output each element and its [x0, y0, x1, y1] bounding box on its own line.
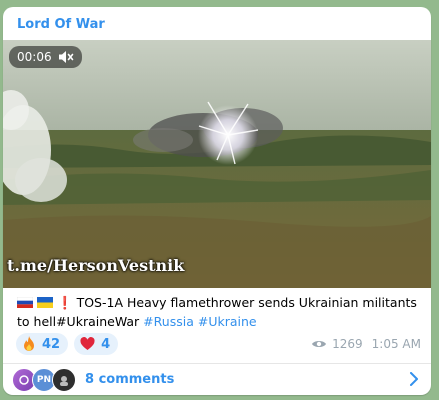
channel-name[interactable]: Lord Of War: [17, 17, 105, 32]
reaction-fire[interactable]: 42: [16, 333, 69, 355]
fire-icon: [24, 336, 34, 351]
avatar: [52, 367, 76, 392]
view-count: 1269: [332, 337, 363, 351]
video-timer[interactable]: 00:06: [9, 46, 82, 68]
post-text: ❗ TOS-1A Heavy flamethrower sends Ukraini…: [17, 293, 422, 331]
comments-button[interactable]: PN 8 comments: [3, 364, 431, 395]
reaction-count: 42: [42, 336, 61, 352]
post-meta: 1269 1:05 AM: [311, 337, 421, 351]
reaction-count: 4: [101, 336, 111, 352]
post-time: 1:05 AM: [371, 337, 421, 351]
ukraine-flag-icon: [37, 297, 53, 308]
mute-icon[interactable]: [58, 50, 74, 64]
chevron-right-icon[interactable]: [409, 372, 419, 386]
heart-icon: [80, 337, 95, 350]
video-player[interactable]: 00:06 t.me/HersonVestnik: [3, 40, 431, 288]
eye-icon: [312, 341, 327, 347]
reaction-heart[interactable]: 4: [74, 333, 119, 355]
hashtag-russia[interactable]: #Russia: [143, 314, 194, 329]
hashtag-ukraine[interactable]: #Ukraine: [198, 314, 257, 329]
red-exclamation-icon: ❗: [57, 295, 73, 310]
video-frame: [3, 40, 431, 288]
video-watermark: t.me/HersonVestnik: [7, 256, 185, 275]
channel-post[interactable]: Lord Of War 00:06 t.me/HersonVestnik ❗ T…: [3, 7, 431, 395]
russia-flag-icon: [17, 297, 33, 308]
video-time: 00:06: [17, 50, 52, 64]
reactions-bar: 42 4: [16, 333, 119, 355]
commenter-avatars: PN: [12, 367, 78, 392]
comments-label[interactable]: 8 comments: [85, 372, 174, 387]
